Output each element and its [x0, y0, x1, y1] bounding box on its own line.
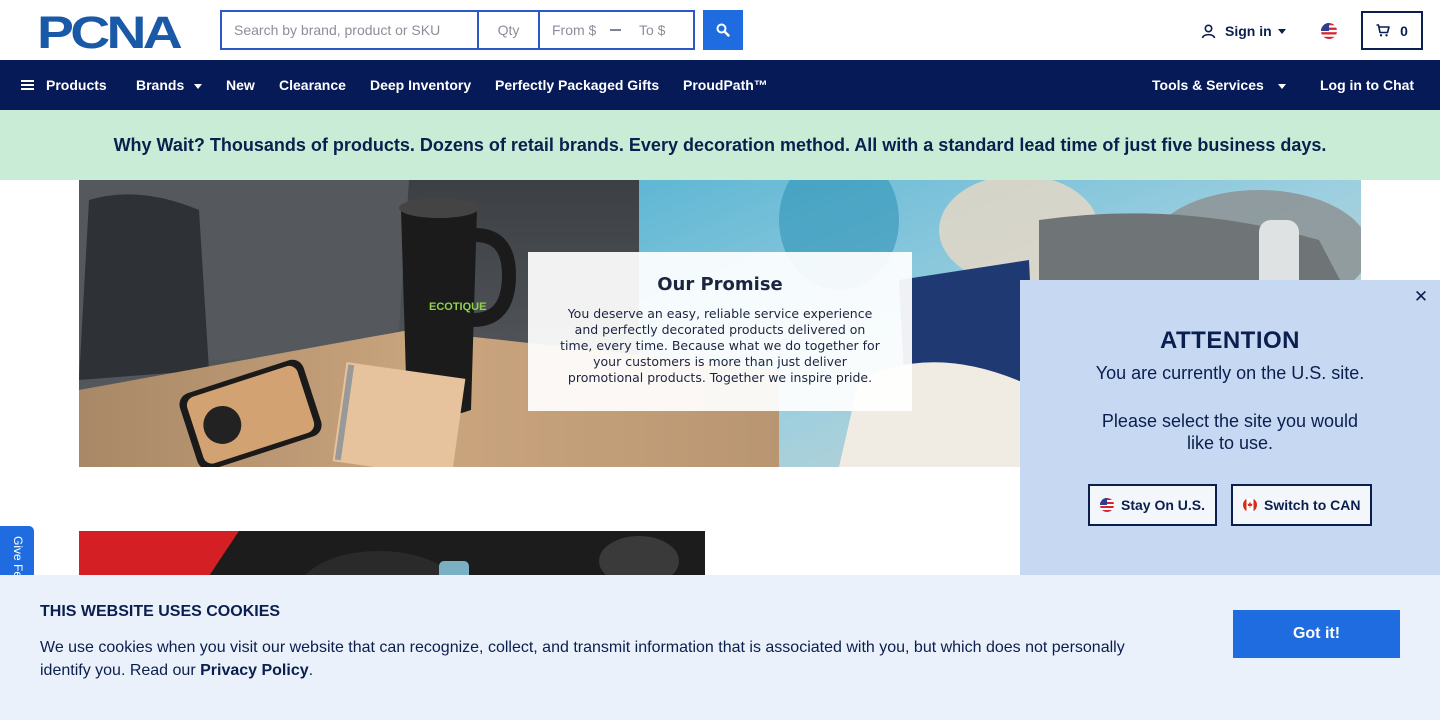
cart-icon [1376, 24, 1390, 37]
chevron-down-icon [194, 83, 203, 89]
nav-new[interactable]: New [226, 60, 255, 110]
promo-banner: Why Wait? Thousands of products. Dozens … [0, 110, 1440, 180]
stay-on-us-button[interactable]: Stay On U.S. [1088, 484, 1218, 526]
price-to-input[interactable] [627, 12, 693, 48]
nav-proudpath[interactable]: ProudPath™ [683, 60, 768, 110]
chevron-down-icon [1277, 83, 1286, 89]
site-header: PCNA Sign in [0, 0, 1440, 60]
quantity-input[interactable] [477, 10, 540, 50]
our-promise-text: You deserve an easy, reliable service ex… [560, 306, 880, 385]
cart-count: 0 [1400, 22, 1408, 39]
user-icon [1201, 23, 1216, 38]
nav-brands-label: Brands [136, 77, 185, 93]
attention-message: Please select the site you would like to… [1101, 411, 1359, 453]
hamburger-icon [21, 79, 34, 91]
search-input[interactable] [220, 10, 479, 50]
site-selector-buttons: Stay On U.S. Switch to CAN [1088, 484, 1373, 526]
nav-brands[interactable]: Brands [136, 60, 203, 110]
cookie-body-end: . [308, 662, 314, 679]
cookie-banner: THIS WEBSITE USES COOKIES We use cookies… [0, 575, 1440, 720]
logo-wordmark: PCNA [37, 12, 182, 50]
nav-perfectly-packaged-gifts[interactable]: Perfectly Packaged Gifts [495, 60, 659, 110]
price-from-input[interactable] [540, 12, 606, 48]
main-nav: Products Brands New Clearance Deep Inven… [0, 60, 1440, 110]
sign-in-label: Sign in [1225, 23, 1272, 39]
log-in-to-chat-link[interactable]: Log in to Chat [1320, 60, 1414, 110]
attention-title: ATTENTION [1159, 327, 1301, 354]
site-selector-modal: ✕ ATTENTION You are currently on the U.S… [1020, 280, 1440, 575]
attention-current-site: You are currently on the U.S. site. [1095, 363, 1365, 383]
chevron-down-icon [1277, 28, 1286, 34]
search-button[interactable] [703, 10, 743, 50]
us-flag-icon[interactable] [1321, 23, 1337, 39]
our-promise-title: Our Promise [657, 274, 783, 295]
price-range [538, 10, 695, 50]
promo-text: Why Wait? Thousands of products. Dozens … [113, 134, 1327, 155]
us-flag-icon [1100, 498, 1114, 512]
nav-products[interactable]: Products [21, 60, 107, 110]
our-promise-card: Our Promise You deserve an easy, reliabl… [528, 252, 912, 411]
mug-brand-mark: ECOTIQUE [429, 301, 486, 313]
nav-tools-services[interactable]: Tools & Services [1152, 60, 1286, 110]
nav-deep-inventory[interactable]: Deep Inventory [370, 60, 471, 110]
pcna-logo[interactable]: PCNA [37, 7, 185, 58]
nav-products-label: Products [46, 77, 107, 93]
switch-to-can-label: Switch to CAN [1264, 497, 1361, 513]
privacy-policy-link[interactable]: Privacy Policy [200, 662, 309, 679]
cookie-accept-button[interactable]: Got it! [1233, 610, 1400, 658]
cart-button[interactable]: 0 [1361, 11, 1423, 50]
price-range-dash [610, 29, 621, 31]
sign-in-menu[interactable]: Sign in [1201, 20, 1286, 42]
stay-on-us-label: Stay On U.S. [1121, 497, 1206, 513]
canada-flag-icon [1243, 498, 1258, 512]
close-icon[interactable]: ✕ [1412, 288, 1430, 306]
search-icon [716, 23, 730, 37]
cookie-text: We use cookies when you visit our websit… [40, 636, 1150, 682]
cookie-title: THIS WEBSITE USES COOKIES [40, 603, 281, 620]
nav-clearance[interactable]: Clearance [279, 60, 346, 110]
nav-tools-label: Tools & Services [1152, 77, 1264, 93]
switch-to-can-button[interactable]: Switch to CAN [1231, 484, 1373, 526]
search-bar [220, 10, 743, 50]
